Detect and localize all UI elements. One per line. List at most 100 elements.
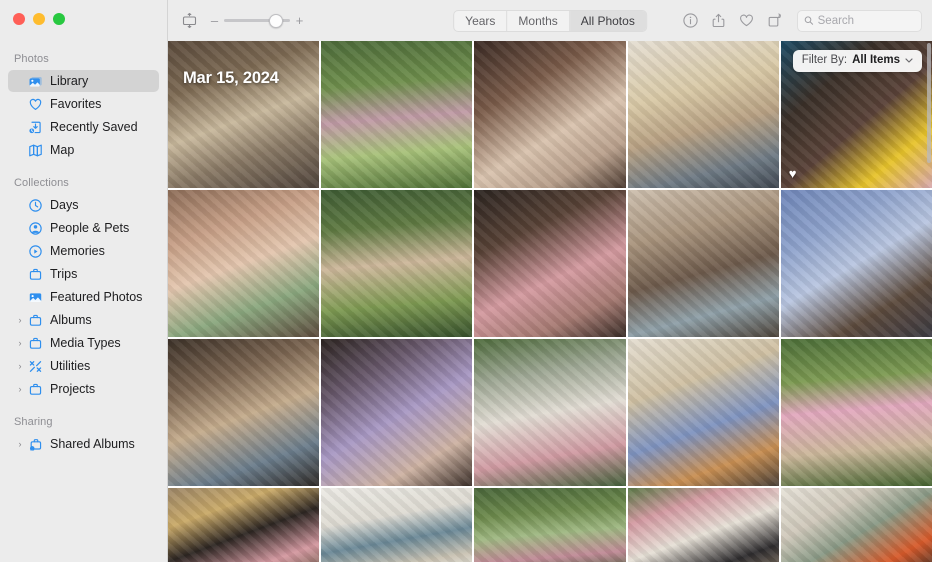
tab-years[interactable]: Years — [454, 10, 508, 31]
clock-icon — [26, 198, 45, 213]
photo-cell[interactable] — [168, 488, 320, 562]
sidebar-item-label: Albums — [50, 312, 92, 327]
sidebar-item-albums[interactable]: › Albums — [8, 309, 159, 331]
photo-cell[interactable] — [780, 339, 932, 486]
featured-photos-icon — [26, 290, 45, 305]
disclosure-triangle-icon[interactable]: › — [14, 338, 26, 348]
map-icon — [26, 143, 45, 158]
filter-by-dropdown[interactable]: Filter By: All Items — [792, 50, 922, 72]
zoom-slider-track[interactable] — [224, 13, 290, 28]
photo-bush-bending — [474, 488, 626, 562]
tab-all-photos[interactable]: All Photos — [569, 10, 646, 31]
sidebar-item-label: Projects — [50, 381, 96, 396]
person-icon — [26, 221, 45, 236]
photo-three-smiling-faces — [168, 190, 320, 337]
sidebar-item-projects[interactable]: › Projects — [8, 378, 159, 400]
photo-cell[interactable] — [321, 339, 473, 486]
sidebar-item-library[interactable]: ›Library — [8, 70, 159, 92]
photo-living-room-kids — [627, 41, 779, 188]
aspect-ratio-icon[interactable] — [176, 10, 202, 32]
photos-app-window: Photos›Library›Favorites›Recently Saved›… — [0, 0, 932, 562]
sidebar-item-favorites[interactable]: ›Favorites — [8, 93, 159, 115]
sidebar-item-recently-saved[interactable]: ›Recently Saved — [8, 116, 159, 138]
photo-cell[interactable] — [321, 190, 473, 337]
favorite-heart-badge-icon: ♥ — [788, 166, 797, 181]
photo-group-portrait — [627, 488, 779, 562]
projects-icon — [26, 382, 45, 397]
share-icon[interactable] — [705, 10, 731, 32]
search-input[interactable] — [817, 14, 915, 27]
sidebar-list: Photos›Library›Favorites›Recently Saved›… — [0, 37, 167, 455]
zoom-out-label[interactable]: – — [210, 14, 219, 27]
sidebar-item-label: Library — [50, 73, 89, 88]
photo-cell[interactable] — [474, 339, 626, 486]
toolbar-actions — [677, 9, 922, 32]
photo-blue-sweater-flower — [780, 190, 932, 337]
disclosure-triangle-icon[interactable]: › — [14, 361, 26, 371]
minimize-button[interactable] — [33, 13, 45, 25]
photo-bedroom-bending — [168, 488, 320, 562]
vertical-scrollbar[interactable] — [927, 43, 931, 163]
photo-cell[interactable] — [627, 339, 779, 486]
photo-family-blocks — [168, 41, 320, 188]
sidebar-item-label: Utilities — [50, 358, 91, 373]
sidebar-item-label: Featured Photos — [50, 289, 143, 304]
disclosure-triangle-icon[interactable]: › — [14, 439, 26, 449]
zoom-button[interactable] — [53, 13, 65, 25]
tab-months[interactable]: Months — [507, 10, 570, 31]
sidebar-item-shared-albums[interactable]: › Shared Albums — [8, 433, 159, 455]
photo-cell[interactable] — [627, 41, 779, 188]
photo-cell[interactable] — [321, 41, 473, 188]
disclosure-triangle-icon[interactable]: › — [14, 315, 26, 325]
photo-cell[interactable] — [627, 488, 779, 562]
sidebar-section-gap — [0, 162, 167, 171]
sidebar-item-memories[interactable]: ›Memories — [8, 240, 159, 262]
sidebar-item-featured-photos[interactable]: ›Featured Photos — [8, 286, 159, 308]
info-icon[interactable] — [677, 10, 703, 32]
rotate-icon[interactable] — [761, 10, 787, 32]
photo-grid-container[interactable]: Mar 15, 2024 ♥ Filter By: All Items — [168, 41, 932, 562]
filter-prefix-label: Filter By: — [801, 54, 848, 67]
photo-striped-shirt-arms-up — [321, 488, 473, 562]
zoom-slider-knob[interactable] — [269, 13, 283, 28]
photo-pink-ball-lawn — [780, 339, 932, 486]
sidebar-item-media-types[interactable]: › Media Types — [8, 332, 159, 354]
favorite-icon[interactable] — [733, 10, 759, 32]
sidebar-item-map[interactable]: ›Map — [8, 139, 159, 161]
photo-grid: Mar 15, 2024 ♥ — [168, 41, 932, 562]
search-field[interactable] — [797, 9, 922, 32]
view-mode-segmented-control[interactable]: Years Months All Photos — [453, 9, 647, 32]
photo-purple-sweater-pair — [321, 339, 473, 486]
sidebar-item-days[interactable]: ›Days — [8, 194, 159, 216]
sidebar-item-label: Media Types — [50, 335, 121, 350]
photo-cell[interactable] — [780, 190, 932, 337]
close-button[interactable] — [13, 13, 25, 25]
photo-cell[interactable] — [474, 41, 626, 188]
photo-cell[interactable] — [474, 488, 626, 562]
sidebar-item-people-pets[interactable]: ›People & Pets — [8, 217, 159, 239]
photo-cell[interactable] — [168, 190, 320, 337]
photo-cell[interactable] — [780, 488, 932, 562]
photo-cell[interactable] — [321, 488, 473, 562]
sidebar-item-label: Trips — [50, 266, 78, 281]
photo-cell[interactable] — [627, 190, 779, 337]
photo-jenga-bedroom — [168, 339, 320, 486]
photo-cell[interactable]: Mar 15, 2024 — [168, 41, 320, 188]
zoom-slider-group[interactable]: – + — [210, 13, 304, 28]
photo-couch-siblings — [627, 190, 779, 337]
photo-two-kids-talking — [474, 41, 626, 188]
sidebar-item-label: Favorites — [50, 96, 102, 111]
toolbar: – + Years Months All Photos — [168, 0, 932, 41]
photo-pink-hoodie-window — [474, 190, 626, 337]
photo-cell[interactable] — [474, 190, 626, 337]
filter-value-label: All Items — [852, 54, 900, 67]
photo-cell[interactable] — [168, 339, 320, 486]
media-types-icon — [26, 336, 45, 351]
sidebar-item-utilities[interactable]: › Utilities — [8, 355, 159, 377]
photo-cartwheel-garden — [321, 41, 473, 188]
sidebar-item-trips[interactable]: ›Trips — [8, 263, 159, 285]
sidebar-item-label: Shared Albums — [50, 436, 135, 451]
search-icon — [804, 16, 814, 25]
disclosure-triangle-icon[interactable]: › — [14, 384, 26, 394]
zoom-in-label[interactable]: + — [295, 14, 304, 27]
